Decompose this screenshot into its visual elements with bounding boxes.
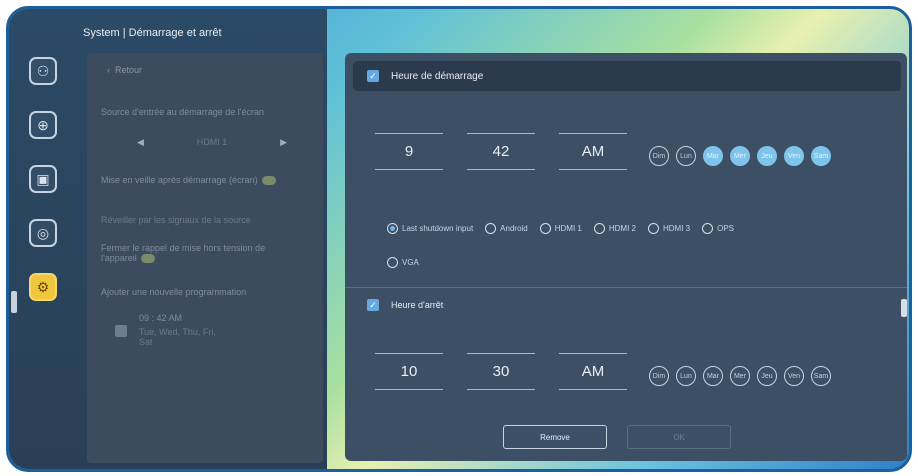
start-day-selector: Dim Lun Mar Mer Jeu Ven Sam [649, 146, 838, 166]
start-input-options-row2: VGA [387, 257, 431, 268]
standby-label: Mise en veille après démarrage (écran) [101, 175, 258, 185]
nav-sidebar: ⚇ ⊕ ▣ ◎ ⚙ [29, 57, 65, 327]
stop-day-ven[interactable]: Ven [784, 366, 804, 386]
ok-button[interactable]: OK [627, 425, 731, 449]
input-label: HDMI 2 [608, 224, 636, 233]
start-time-header[interactable]: ✓ Heure de démarrage [353, 61, 901, 91]
schedule-list-panel: ‹ Retour Source d'entrée au démarrage de… [87, 53, 323, 463]
schedule-checkbox[interactable] [115, 325, 127, 337]
chevron-left-icon: ‹ [107, 65, 110, 75]
display-settings-icon[interactable]: ▣ [29, 165, 57, 193]
schedule-item[interactable]: 09 : 42 AM Tue, Wed, Thu, Fri, Sat [115, 313, 219, 347]
start-day-ven[interactable]: Ven [784, 146, 804, 166]
display-icon-glyph: ▣ [36, 170, 50, 187]
radio [387, 257, 398, 268]
input-option-hdmi1[interactable]: HDMI 1 [539, 223, 582, 234]
stop-time-checkbox[interactable]: ✓ [367, 299, 379, 311]
radio [702, 223, 714, 234]
start-time-label: Heure de démarrage [391, 70, 484, 82]
source-value: HDMI 1 [196, 137, 228, 147]
start-minute-picker[interactable]: 42 [467, 133, 535, 170]
source-label: Source d'entrée au démarrage de l'écran [101, 107, 265, 117]
input-option-vga[interactable]: VGA [387, 257, 419, 268]
start-day-dim[interactable]: Dim [649, 146, 669, 166]
stop-day-mar[interactable]: Mar [703, 366, 723, 386]
stop-hour-picker[interactable]: 10 [375, 353, 443, 390]
input-option-hdmi2[interactable]: HDMI 2 [593, 223, 636, 234]
input-label: Android [500, 224, 528, 233]
section-divider [345, 287, 907, 288]
radio-selected [387, 223, 398, 234]
start-day-mer[interactable]: Mer [730, 146, 750, 166]
radio [648, 223, 659, 234]
start-input-options: Last shutdown input Android HDMI 1 HDMI … [387, 223, 746, 234]
user-icon-glyph: ⚇ [36, 62, 50, 79]
schedule-item-text: 09 : 42 AM Tue, Wed, Thu, Fri, Sat [139, 313, 219, 347]
input-option-hdmi3[interactable]: HDMI 3 [648, 223, 690, 234]
stop-time-pickers: 10 30 AM [375, 353, 651, 390]
input-label: HDMI 3 [663, 224, 691, 233]
source-selector[interactable]: ◀ HDMI 1 ▶ [137, 137, 287, 148]
stop-ampm-picker[interactable]: AM [559, 353, 627, 390]
gear-icon[interactable]: ⚙ [29, 273, 57, 301]
standby-toggle[interactable] [262, 176, 277, 186]
start-day-mar[interactable]: Mar [703, 146, 723, 166]
stop-day-mer[interactable]: Mer [730, 366, 750, 386]
input-option-android[interactable]: Android [485, 223, 528, 234]
display-frame: System | Démarrage et arrêt ⚇ ⊕ ▣ ◎ ⚙ ‹ … [6, 6, 912, 472]
input-label: HDMI 1 [554, 224, 582, 233]
input-option-ops[interactable]: OPS [702, 223, 734, 234]
stop-day-jeu[interactable]: Jeu [757, 366, 777, 386]
shield-icon-glyph: ◎ [36, 224, 50, 241]
start-time-checkbox[interactable]: ✓ [367, 70, 379, 82]
start-day-lun[interactable]: Lun [676, 146, 696, 166]
start-day-sam[interactable]: Sam [811, 146, 831, 166]
stop-day-selector: Dim Lun Mar Mer Jeu Ven Sam [649, 366, 838, 386]
arrow-right-icon[interactable]: ▶ [280, 137, 287, 148]
stop-time-header[interactable]: ✓ Heure d'arrêt [367, 299, 443, 311]
close-reminder-toggle[interactable] [141, 254, 156, 264]
input-label: Last shutdown input [402, 224, 474, 233]
input-option-last[interactable]: Last shutdown input [387, 223, 473, 234]
page-title: System | Démarrage et arrêt [83, 27, 222, 39]
globe-icon-glyph: ⊕ [37, 116, 49, 133]
schedule-editor: ✓ Heure de démarrage 9 42 AM Dim Lun Mar… [345, 53, 907, 461]
radio [539, 223, 551, 234]
start-ampm-picker[interactable]: AM [559, 133, 627, 170]
start-hour-picker[interactable]: 9 [375, 133, 443, 170]
user-icon[interactable]: ⚇ [29, 57, 57, 85]
input-label: VGA [402, 258, 419, 267]
back-button[interactable]: ‹ Retour [107, 65, 142, 75]
radio [485, 223, 497, 234]
start-day-jeu[interactable]: Jeu [757, 146, 777, 166]
shield-icon[interactable]: ◎ [29, 219, 57, 247]
input-label: OPS [717, 224, 735, 233]
right-edge-handle[interactable] [901, 299, 907, 317]
back-label: Retour [115, 65, 143, 75]
arrow-left-icon[interactable]: ◀ [137, 137, 144, 148]
globe-icon[interactable]: ⊕ [29, 111, 57, 139]
stop-minute-picker[interactable]: 30 [467, 353, 535, 390]
left-edge-handle[interactable] [11, 291, 17, 313]
schedule-time: 09 : 42 AM [139, 313, 183, 323]
start-time-pickers: 9 42 AM [375, 133, 651, 170]
stop-day-dim[interactable]: Dim [649, 366, 669, 386]
gear-icon-glyph: ⚙ [36, 278, 50, 295]
wake-label: Réveiller par les signaux de la source [101, 215, 251, 225]
schedule-days: Tue, Wed, Thu, Fri, Sat [139, 327, 216, 347]
stop-day-lun[interactable]: Lun [676, 366, 696, 386]
close-reminder-setting[interactable]: Fermer le rappel de mise hors tension de… [101, 243, 291, 264]
remove-button[interactable]: Remove [503, 425, 607, 449]
radio [593, 223, 605, 234]
stop-time-label: Heure d'arrêt [391, 300, 444, 310]
add-schedule-link[interactable]: Ajouter une nouvelle programmation [101, 287, 246, 297]
standby-setting[interactable]: Mise en veille après démarrage (écran) [101, 175, 277, 186]
stop-day-sam[interactable]: Sam [811, 366, 831, 386]
close-reminder-label: Fermer le rappel de mise hors tension de… [101, 243, 266, 263]
